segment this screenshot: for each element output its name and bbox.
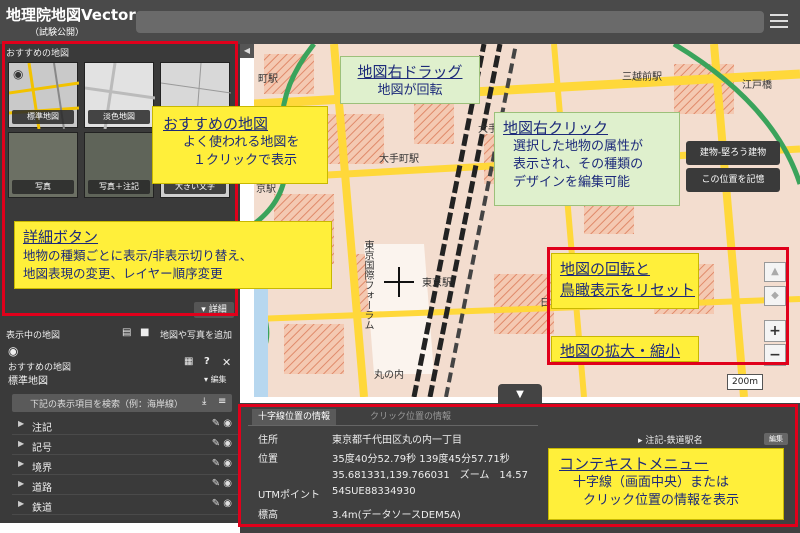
annotation-line: クリック位置の情報を表示 (583, 493, 740, 508)
annotation-line: よく使われる地図を (183, 135, 300, 150)
chevron-right-icon: ▶ (18, 439, 25, 448)
annotation-line: デザインを編集可能 (513, 175, 631, 190)
map-label: 丸の内 (374, 370, 404, 381)
layer-item-annotation[interactable]: ▶ 注記 ✎ ◉ (12, 415, 240, 435)
layer-item-boundary[interactable]: ▶ 境界 ✎ ◉ (12, 455, 240, 475)
map-label: 江戸橋 (742, 80, 772, 91)
annotation-zoom: 地図の拡大・縮小 (551, 336, 699, 362)
edit-visibility-icons[interactable]: ✎ ◉ (212, 458, 232, 469)
edit-visibility-icons[interactable]: ✎ ◉ (212, 418, 232, 429)
annotation-line: 表示され、その種類の (513, 157, 644, 172)
annotation-line: 地物の種類ごとに表示/非表示切り替え、 (23, 248, 253, 263)
top-bar: 地理院地図Vector （試験公開） (0, 0, 800, 44)
annotation-title: 地図右ドラッグ (357, 63, 463, 81)
map-label: 大手町駅 (379, 154, 419, 165)
annotation-context: コンテキストメニュー 十字線（画面中央）または クリック位置の情報を表示 (548, 448, 784, 520)
add-map-link[interactable]: 地図や写真を追加 (160, 328, 232, 341)
edit-visibility-icons[interactable]: ✎ ◉ (212, 438, 232, 449)
annotation-line: 十字線（画面中央）または (573, 475, 730, 490)
checker-icon[interactable]: ▦ (184, 356, 193, 367)
annotation-title: 地図の回転と (560, 260, 651, 278)
annotation-line: 地図表現の変更、レイヤー順序変更 (23, 266, 223, 281)
map-label: 三越前駅 (622, 72, 662, 83)
edit-link[interactable]: ▾ 編集 (204, 374, 227, 385)
close-icon[interactable]: ✕ (222, 356, 231, 369)
annotation-reset: 地図の回転と 鳥瞰表示をリセット (551, 253, 699, 309)
displayed-maps-row: 表示中の地図 ▤ ■ 地図や写真を追加 (0, 326, 240, 342)
scale-bar: 200m (727, 374, 763, 390)
folder-icon[interactable]: ■ (140, 327, 149, 338)
chevron-right-icon: ▶ (18, 479, 25, 488)
layer-item-road[interactable]: ▶ 道路 ✎ ◉ (12, 475, 240, 495)
annotation-drag: 地図右ドラッグ 地図が回転 (340, 56, 480, 104)
annotation-line: 地図が回転 (377, 83, 443, 98)
annotation-line: １クリックで表示 (193, 153, 298, 168)
download-icon[interactable]: ⤓ (202, 396, 206, 407)
app-subtitle: （試験公開） (30, 28, 85, 38)
layer-label: 記号 (32, 443, 52, 454)
map-label: 町駅 (258, 74, 278, 85)
search-input[interactable] (136, 11, 764, 33)
annotation-recommended: おすすめの地図 よく使われる地図を １クリックで表示 (152, 106, 328, 184)
annotation-title: 詳細ボタン (23, 228, 99, 246)
edit-visibility-icons[interactable]: ✎ ◉ (212, 498, 232, 509)
chevron-right-icon: ▶ (18, 459, 25, 468)
map-label: 東京駅 (422, 278, 452, 289)
annotation-detail: 詳細ボタン 地物の種類ごとに表示/非表示切り替え、 地図表現の変更、レイヤー順序… (14, 221, 332, 289)
help-icon[interactable]: ? (204, 356, 210, 367)
annotation-title: 地図の拡大・縮小 (560, 342, 681, 360)
layer-item-railway[interactable]: ▶ 鉄道 ✎ ◉ (12, 495, 240, 515)
annotation-title: 地図右クリック (503, 119, 609, 137)
annotation-title: コンテキストメニュー (559, 455, 709, 473)
document-icon[interactable]: ▤ (122, 327, 131, 338)
edit-visibility-icons[interactable]: ✎ ◉ (212, 478, 232, 489)
popup-remember-button[interactable]: この位置を記憶 (686, 168, 780, 192)
map-label-vertical: 東京国際フォーラム (362, 240, 373, 330)
annotation-line: 選択した地物の属性が (513, 139, 644, 154)
layer-label: 注記 (32, 423, 52, 434)
layer-label: 道路 (32, 483, 52, 494)
layer-label: 鉄道 (32, 503, 52, 514)
displayed-heading: 表示中の地図 (6, 331, 61, 341)
chevron-right-icon: ▶ (18, 419, 25, 428)
list-icon[interactable]: ≡ (218, 396, 226, 407)
chevron-right-icon: ▶ (18, 499, 25, 508)
popup-feature-button[interactable]: 建物-堅ろう建物 (686, 141, 780, 165)
layer-item-symbol[interactable]: ▶ 記号 ✎ ◉ (12, 435, 240, 455)
layer-search-placeholder: 下記の表示項目を検索（例：海岸線） (30, 400, 184, 410)
annotation-line: 鳥瞰表示をリセット (560, 281, 696, 299)
app-title: 地理院地図Vector (6, 6, 136, 24)
menu-icon[interactable] (770, 14, 788, 28)
eye-icon[interactable]: ◉ (8, 344, 18, 358)
edit-label: 編集 (210, 375, 227, 384)
layer-search-input[interactable]: 下記の表示項目を検索（例：海岸線） ⤓ ≡ (12, 394, 232, 412)
current-map-row: ◉ おすすめの地図 標準地図 ▦ ? ✕ ▾ 編集 (0, 344, 240, 387)
annotation-rightclick: 地図右クリック 選択した地物の属性が 表示され、その種類の デザインを編集可能 (494, 112, 680, 206)
sidebar-collapse-button[interactable]: ◀ (240, 44, 254, 58)
chevron-down-icon: ▼ (516, 389, 524, 400)
current-map-label: 標準地図 (8, 376, 48, 387)
layer-label: 境界 (32, 463, 52, 474)
annotation-title: おすすめの地図 (163, 115, 269, 133)
